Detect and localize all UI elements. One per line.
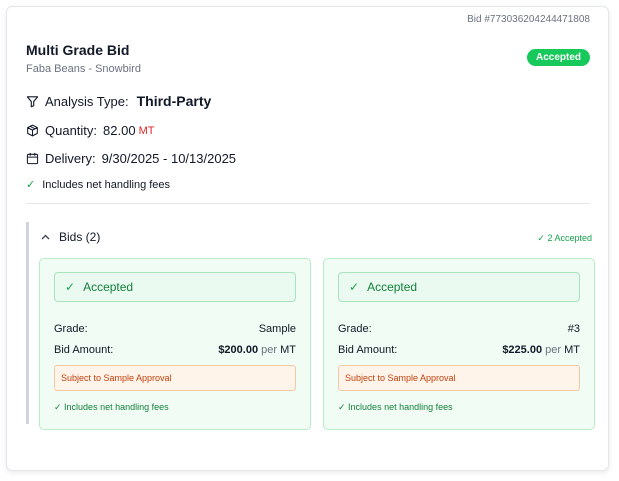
chevron-up-icon	[41, 232, 50, 243]
bid-amount-label: Bid Amount:	[338, 344, 398, 356]
grade-label: Grade:	[338, 323, 372, 335]
handling-fees-note: ✓ Includes net handling fees	[26, 178, 171, 192]
handling-fees-text: Includes net handling fees	[42, 178, 171, 191]
filter-icon	[26, 95, 39, 108]
quantity-value: 82.00	[103, 123, 136, 138]
status-badge: Accepted	[526, 49, 590, 66]
grade-label: Grade:	[54, 323, 88, 335]
bid-amount-value: $225.00	[502, 344, 543, 356]
bid-item: ✓ Accepted Grade: Sample Bid Amount: $20…	[39, 258, 311, 430]
bid-card: Bid #773036204244471808 Multi Grade Bid …	[6, 6, 609, 471]
divider	[26, 203, 590, 204]
page-title: Multi Grade Bid	[26, 42, 130, 58]
analysis-type-value: Third-Party	[136, 93, 212, 109]
delivery-value: 9/30/2025 - 10/13/2025	[101, 151, 237, 166]
delivery-label: Delivery:	[45, 151, 96, 166]
bid-amount-label: Bid Amount:	[54, 344, 114, 356]
bid-amount-row: Bid Amount: $225.00 per MT	[338, 344, 580, 356]
bids-toggle[interactable]: Bids (2)	[41, 230, 100, 244]
check-icon: ✓	[65, 280, 76, 294]
bids-header-label: Bids (2)	[59, 230, 101, 244]
check-icon: ✓	[349, 280, 360, 294]
grade-row: Grade: Sample	[54, 323, 296, 335]
grade-value: #3	[567, 323, 580, 335]
bid-amount-unit: MT	[564, 344, 580, 356]
grade-row: Grade: #3	[338, 323, 580, 335]
bid-amount-per: per	[545, 344, 562, 356]
bid-amount-unit: MT	[280, 344, 296, 356]
accepted-count-badge: ✓ 2 Accepted	[537, 233, 592, 243]
bid-status-label: Accepted	[367, 280, 418, 294]
calendar-icon	[26, 152, 39, 165]
analysis-type-row: Analysis Type: Third-Party	[26, 93, 211, 109]
bid-status-label: Accepted	[83, 280, 134, 294]
check-icon: ✓	[26, 179, 36, 191]
delivery-row: Delivery: 9/30/2025 - 10/13/2025	[26, 151, 236, 166]
sample-approval-note: Subject to Sample Approval	[54, 365, 296, 391]
bid-fees-note: ✓ Includes net handling fees	[338, 402, 453, 412]
sample-approval-note: Subject to Sample Approval	[338, 365, 580, 391]
quantity-unit: MT	[138, 124, 155, 137]
package-icon	[26, 124, 39, 137]
bid-item: ✓ Accepted Grade: #3 Bid Amount: $225.00…	[323, 258, 595, 430]
bid-amount-value: $200.00	[218, 344, 259, 356]
analysis-type-label: Analysis Type:	[45, 93, 129, 109]
bid-fees-note: ✓ Includes net handling fees	[54, 402, 169, 412]
bid-status-box: ✓ Accepted	[54, 272, 296, 302]
bid-id: Bid #773036204244471808	[467, 14, 590, 25]
bid-amount-row: Bid Amount: $200.00 per MT	[54, 344, 296, 356]
bids-section: Bids (2) ✓ 2 Accepted ✓ Accepted Grade: …	[26, 222, 595, 430]
grade-value: Sample	[258, 323, 296, 335]
bid-amount-per: per	[261, 344, 278, 356]
bid-status-box: ✓ Accepted	[338, 272, 580, 302]
quantity-row: Quantity: 82.00 MT	[26, 123, 154, 138]
quantity-label: Quantity:	[45, 123, 98, 138]
page-subtitle: Faba Beans - Snowbird	[26, 63, 141, 75]
